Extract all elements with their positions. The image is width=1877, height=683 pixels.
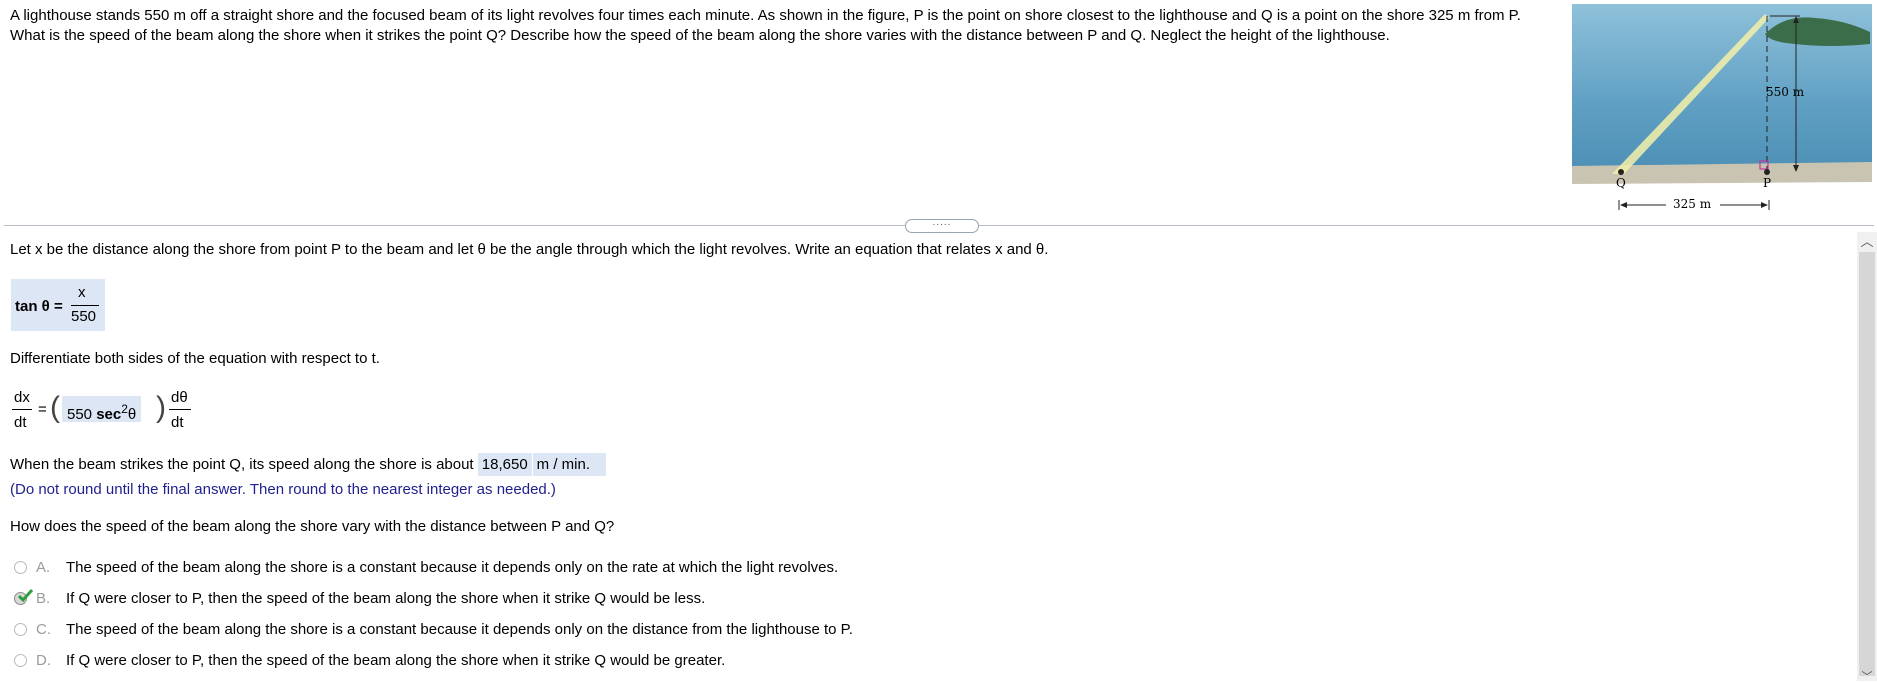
choice-a-text: The speed of the beam along the shore is… [66, 559, 839, 576]
choice-d-letter: D. [36, 652, 51, 669]
choice-b-letter: B. [36, 590, 51, 607]
answer-exponent: 2 [121, 402, 128, 416]
choice-b-text: If Q were closer to P, then the speed of… [66, 590, 706, 607]
choice-c-text: The speed of the beam along the shore is… [66, 621, 853, 638]
tan-theta-label: tan θ = [15, 298, 63, 315]
right-paren: ) [156, 391, 166, 424]
equals-sign: = [38, 401, 47, 418]
fraction-bar [71, 305, 99, 306]
radio-a[interactable] [14, 561, 27, 574]
step1-answer-box: tan θ = x 550 [11, 279, 105, 331]
scroll-thumb[interactable] [1859, 252, 1875, 676]
rounding-hint: (Do not round until the final answer. Th… [10, 481, 556, 498]
vertical-scrollbar[interactable]: ︿ ﹀ [1857, 232, 1877, 683]
radio-c[interactable] [14, 623, 27, 636]
point-q [1618, 169, 1624, 175]
derivative-equation: dx dt = ( 550 sec2θ ) dθ dt [10, 387, 210, 437]
left-paren: ( [50, 391, 60, 424]
dx-numerator: dx [14, 389, 30, 406]
step2-answer-highlight: 550 sec2θ [62, 396, 142, 423]
problem-statement: A lighthouse stands 550 m off a straight… [10, 7, 1521, 44]
choice-d-text: If Q were closer to P, then the speed of… [66, 652, 726, 669]
choice-c-letter: C. [36, 621, 51, 638]
answer-sec: sec [96, 406, 122, 423]
label-p: P [1763, 176, 1772, 190]
choice-a-letter: A. [36, 559, 51, 576]
speed-answer-value: 18,650 [477, 453, 532, 476]
step2-prompt: Differentiate both sides of the equation… [10, 350, 380, 367]
step4-prompt: How does the speed of the beam along the… [10, 518, 615, 535]
rhs-fraction-bar [169, 409, 191, 410]
fraction-denominator: 550 [71, 308, 97, 325]
fraction-numerator: x [78, 284, 86, 301]
scroll-up-arrow-icon[interactable]: ︿ [1857, 232, 1877, 250]
arrowhead-left [1620, 202, 1627, 208]
step3-prompt: When the beam strikes the point Q, its s… [10, 456, 474, 473]
collapse-handle[interactable]: ..... [905, 218, 979, 233]
scroll-down-arrow-icon[interactable]: ﹀ [1857, 672, 1877, 683]
dt-denominator-rhs: dt [171, 414, 184, 431]
step3-line: When the beam strikes the point Q, its s… [10, 453, 607, 476]
label-550: 550 m [1766, 85, 1805, 99]
label-325: 325 m [1673, 197, 1712, 211]
speed-answer-unit: m / min. [532, 453, 607, 476]
dt-denominator: dt [14, 414, 27, 431]
dtheta-numerator: dθ [171, 389, 188, 406]
radio-d[interactable] [14, 654, 27, 667]
answer-theta: θ [127, 406, 137, 423]
lighthouse-figure: 550 m Q P 325 m [1570, 4, 1875, 218]
point-p [1764, 169, 1770, 175]
step1-prompt: Let x be the distance along the shore fr… [10, 241, 1049, 258]
lhs-fraction-bar [12, 409, 32, 410]
check-mark-icon [18, 589, 34, 603]
arrowhead-right [1761, 202, 1768, 208]
label-q: Q [1616, 176, 1626, 190]
answer-coefficient: 550 [67, 406, 93, 423]
